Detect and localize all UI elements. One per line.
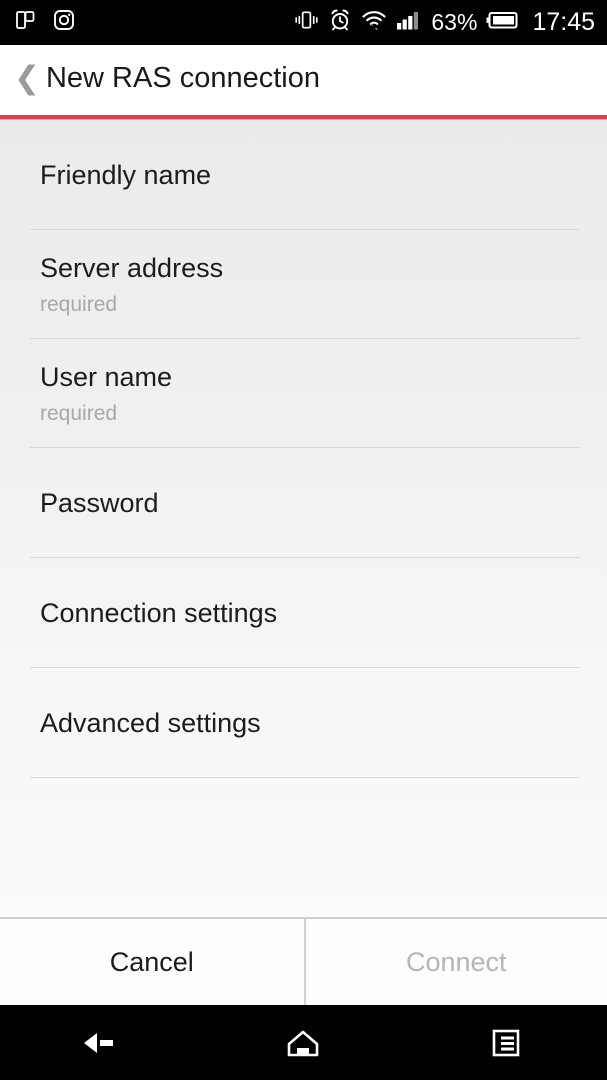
title-bar: ❮ New RAS connection: [0, 45, 607, 115]
field-label: Advanced settings: [40, 707, 261, 738]
field-label: Connection settings: [40, 597, 278, 628]
wifi-icon: [361, 8, 387, 37]
action-button-bar: Cancel Connect: [0, 917, 607, 1005]
field-advanced-settings[interactable]: Advanced settings: [0, 668, 607, 778]
field-list: Friendly name Server address required Us…: [0, 120, 607, 778]
alarm-clock-icon: [328, 8, 352, 37]
status-bar-notifications: [14, 8, 76, 37]
field-connection-settings[interactable]: Connection settings: [0, 558, 607, 668]
navigation-bar: [0, 1005, 607, 1080]
settings-form: Friendly name Server address required Us…: [0, 120, 607, 917]
back-nav-icon[interactable]: [0, 1005, 202, 1080]
page-title: New RAS connection: [45, 62, 321, 94]
battery-icon: [486, 9, 520, 36]
flipboard-icon: [14, 8, 38, 37]
battery-percent-label: 63%: [431, 9, 478, 35]
field-server-address[interactable]: Server address required: [0, 230, 607, 339]
phone-screen: 63% 17:45 ❮ New RAS connection Friendly …: [0, 0, 607, 1080]
instagram-camera-icon: [52, 8, 76, 37]
field-hint: required: [40, 401, 118, 425]
field-label: Server address: [40, 253, 224, 284]
connect-button[interactable]: Connect: [303, 919, 607, 1005]
status-bar: 63% 17:45: [0, 0, 607, 45]
back-chevron-icon[interactable]: ❮: [8, 62, 46, 98]
field-divider: [30, 777, 580, 778]
field-friendly-name[interactable]: Friendly name: [0, 120, 607, 230]
field-label: Friendly name: [40, 159, 212, 190]
vibrate-icon: [294, 8, 319, 37]
home-nav-icon[interactable]: [202, 1005, 404, 1080]
status-bar-clock: 17:45: [532, 8, 595, 36]
signal-bars-icon: [396, 8, 422, 37]
field-password[interactable]: Password: [0, 448, 607, 558]
field-label: Password: [40, 487, 159, 518]
status-bar-system-icons: 63% 17:45: [294, 8, 595, 37]
field-user-name[interactable]: User name required: [0, 339, 607, 448]
cancel-button[interactable]: Cancel: [0, 919, 304, 1005]
field-label: User name: [40, 362, 173, 393]
field-hint: required: [40, 292, 118, 316]
recents-nav-icon[interactable]: [405, 1005, 607, 1080]
